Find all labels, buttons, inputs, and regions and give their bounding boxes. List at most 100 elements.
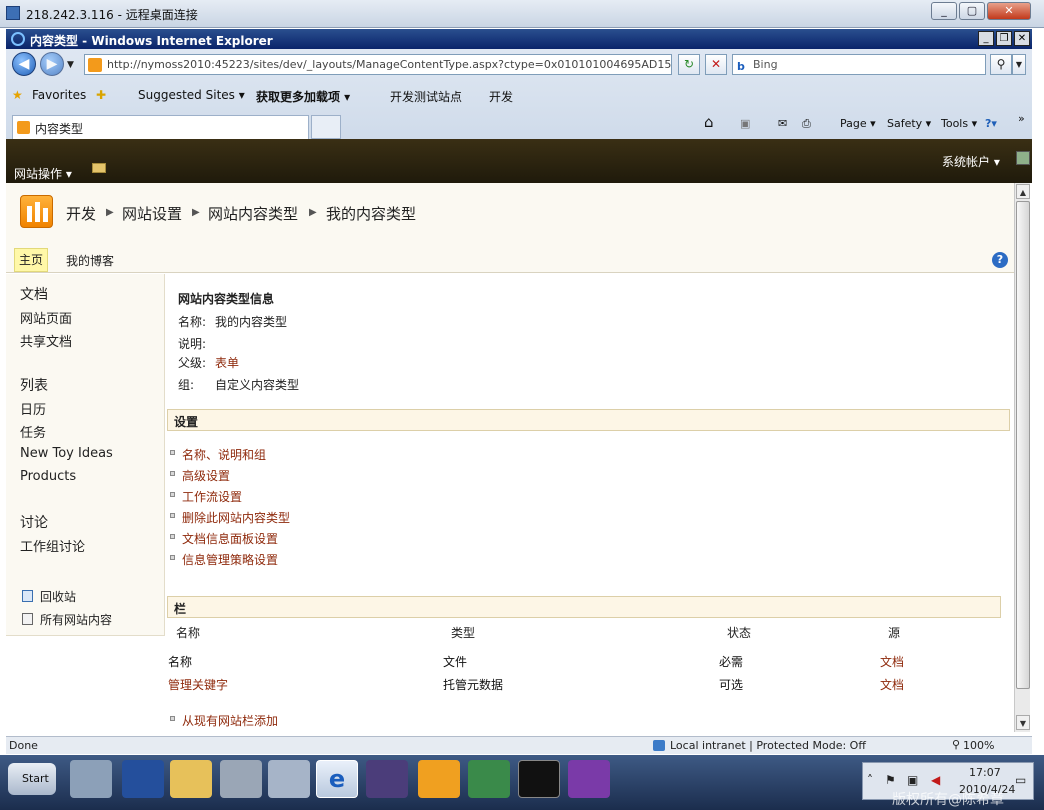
link-name-desc-group[interactable]: 名称、说明和组 [182, 446, 266, 463]
stop-button[interactable]: ✕ [705, 54, 727, 75]
ql-all-site-content[interactable]: 所有网站内容 [40, 611, 112, 628]
bullet-icon [170, 450, 175, 455]
print-icon[interactable]: ⎙ [802, 117, 811, 131]
ql-item-calendar[interactable]: 日历 [20, 399, 46, 418]
bullet-icon [170, 471, 175, 476]
user-menu[interactable]: 系统帐户 ▾ [942, 153, 1000, 170]
link-info-policy[interactable]: 信息管理策略设置 [182, 551, 278, 568]
ql-item-shared-docs[interactable]: 共享文档 [20, 331, 72, 350]
tray-expand-icon[interactable]: ˄ [867, 773, 873, 787]
start-button[interactable]: Start [8, 763, 56, 795]
powershell-icon[interactable] [122, 760, 164, 798]
tray-flag-icon[interactable]: ⚑ [885, 773, 896, 787]
feeds-icon[interactable]: ▣ [740, 117, 750, 130]
command-prompt-icon[interactable] [518, 760, 560, 798]
favorites-button[interactable]: Favorites [32, 88, 86, 102]
watermark: 版权所有@陈希章 [892, 792, 1004, 808]
sharepoint-designer-icon[interactable] [418, 760, 460, 798]
nav-home-tab[interactable]: 主页 [14, 248, 48, 272]
ql-heading-documents[interactable]: 文档 [20, 284, 48, 304]
show-desktop-icon[interactable]: ▭ [1015, 773, 1026, 787]
tools-menu[interactable]: Tools ▾ [941, 117, 977, 130]
mail-icon[interactable]: ✉ [778, 117, 787, 130]
search-options-button[interactable]: ▼ [1012, 54, 1026, 75]
link-delete-content-type[interactable]: 删除此网站内容类型 [182, 509, 290, 526]
page-menu[interactable]: Page ▾ [840, 117, 876, 130]
visual-studio-icon[interactable] [366, 760, 408, 798]
new-tab-button[interactable] [311, 115, 341, 139]
site-actions-menu[interactable]: 网站操作 ▾ [14, 165, 72, 182]
clock-time[interactable]: 17:07 [969, 766, 1001, 779]
scroll-thumb[interactable] [1016, 201, 1030, 689]
search-input[interactable]: b Bing [732, 54, 986, 75]
tab-page-icon [17, 121, 30, 134]
row-source-link[interactable]: 文档 [880, 653, 904, 670]
row-name-link[interactable]: 管理关键字 [168, 676, 228, 693]
ql-recycle-bin[interactable]: 回收站 [40, 588, 76, 605]
nav-blog-tab[interactable]: 我的博客 [66, 252, 114, 269]
rdp-close-button[interactable]: ✕ [987, 2, 1031, 20]
ql-item-new-toy-ideas[interactable]: New Toy Ideas [20, 446, 113, 461]
rdp-maximize-button[interactable]: ▢ [959, 2, 985, 20]
security-zone[interactable]: Local intranet | Protected Mode: Off [670, 739, 866, 752]
search-placeholder: Bing [753, 58, 778, 71]
tray-network-icon[interactable]: ▣ [907, 773, 918, 787]
zoom-level[interactable]: 100% [963, 739, 994, 752]
explorer-folder-icon[interactable] [170, 760, 212, 798]
ie-minimize-button[interactable]: _ [978, 31, 994, 46]
tray-volume-icon[interactable]: ◀ [931, 773, 940, 787]
back-button[interactable]: ◀ [12, 52, 36, 76]
admin-tools-icon[interactable] [220, 760, 262, 798]
breadcrumb-site-content-types[interactable]: 网站内容类型 [208, 203, 298, 224]
ie-restore-button[interactable]: ❐ [996, 31, 1012, 46]
refresh-button[interactable]: ↻ [678, 54, 700, 75]
ql-heading-lists[interactable]: 列表 [20, 375, 48, 395]
get-addons-link[interactable]: 获取更多加载项 ▾ [256, 88, 350, 105]
help-menu-icon[interactable]: ?▾ [985, 117, 997, 130]
breadcrumb-dev[interactable]: 开发 [66, 203, 96, 224]
breadcrumb-current: 我的内容类型 [326, 205, 417, 223]
chevron-more-icon[interactable]: » [1018, 112, 1025, 125]
parent-link[interactable]: 表单 [215, 354, 239, 371]
ie-close-button[interactable]: ✕ [1014, 31, 1030, 46]
safety-menu[interactable]: Safety ▾ [887, 117, 931, 130]
row-source-link[interactable]: 文档 [880, 676, 904, 693]
columns-section-header: 栏 [167, 596, 1001, 618]
tab-content-type[interactable]: 内容类型 [12, 115, 309, 139]
recent-pages-dropdown[interactable]: ▼ [67, 60, 74, 70]
ql-item-products[interactable]: Products [20, 469, 76, 484]
scroll-down-icon[interactable]: ▼ [1016, 715, 1030, 730]
forward-button[interactable]: ▶ [40, 52, 64, 76]
link-workflow-settings[interactable]: 工作流设置 [182, 488, 242, 505]
ql-item-site-pages[interactable]: 网站页面 [20, 308, 72, 327]
quick-launch: 文档 网站页面 共享文档 列表 日历 任务 New Toy Ideas Prod… [6, 274, 165, 636]
infopath-icon[interactable] [568, 760, 610, 798]
ie-taskbar-icon[interactable]: e [316, 760, 358, 798]
suggested-sites-link[interactable]: Suggested Sites ▾ [138, 88, 245, 102]
name-label: 名称: [178, 315, 207, 329]
add-favorite-icon[interactable]: ✚ [96, 88, 106, 102]
address-bar[interactable]: http://nymoss2010:45223/sites/dev/_layou… [84, 54, 672, 75]
link-advanced-settings[interactable]: 高级设置 [182, 467, 230, 484]
network-icon[interactable] [468, 760, 510, 798]
breadcrumb-site-settings[interactable]: 网站设置 [122, 203, 182, 224]
col-header-type: 类型 [451, 626, 476, 640]
search-button[interactable]: ⚲ [990, 54, 1012, 75]
dev-link[interactable]: 开发 [489, 88, 513, 105]
home-icon[interactable]: ⌂ [704, 113, 714, 131]
navigate-up-icon[interactable] [92, 163, 106, 173]
user-icon[interactable] [1016, 151, 1030, 165]
ql-item-tasks[interactable]: 任务 [20, 422, 46, 441]
help-icon[interactable]: ? [992, 252, 1008, 268]
ql-heading-discussions[interactable]: 讨论 [20, 512, 48, 532]
link-doc-info-panel[interactable]: 文档信息面板设置 [182, 530, 278, 547]
ql-item-team-discussion[interactable]: 工作组讨论 [20, 536, 85, 555]
dev-test-site-link[interactable]: 开发测试站点 [390, 88, 462, 105]
rdp-minimize-button[interactable]: _ [931, 2, 957, 20]
page-scrollbar[interactable]: ▲ ▼ [1014, 183, 1030, 732]
server-manager-icon[interactable] [70, 760, 112, 798]
scroll-up-icon[interactable]: ▲ [1016, 184, 1030, 199]
sp-top-nav: 主页 我的博客 [6, 247, 1014, 273]
settings-gear-icon[interactable] [268, 760, 310, 798]
link-add-existing-column[interactable]: 从现有网站栏添加 [182, 712, 278, 729]
